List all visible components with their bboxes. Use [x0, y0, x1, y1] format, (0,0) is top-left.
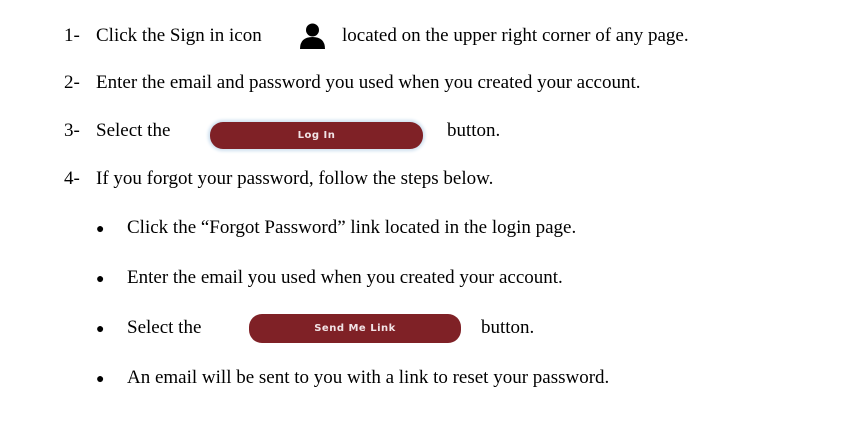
log-in-button[interactable]: Log In: [210, 122, 423, 149]
substep-text: Enter the email you used when you create…: [127, 267, 563, 288]
send-me-link-button[interactable]: Send Me Link: [249, 314, 461, 343]
step-text: Select the: [96, 120, 171, 141]
step-text: button.: [447, 120, 501, 141]
step-text: If you forgot your password, follow the …: [96, 168, 494, 189]
step-number: 1-: [64, 25, 80, 46]
substep-text: An email will be sent to you with a link…: [127, 367, 610, 388]
step-number: 4-: [64, 168, 80, 189]
step-text: located on the upper right corner of any…: [342, 25, 689, 46]
bullet: ●: [96, 372, 105, 387]
step-number: 2-: [64, 72, 80, 93]
bullet: ●: [96, 322, 105, 337]
step-text: Enter the email and password you used wh…: [96, 72, 641, 93]
bullet: ●: [96, 272, 105, 287]
step-text: Click the Sign in icon: [96, 25, 262, 46]
substep-text: button.: [481, 317, 535, 338]
user-icon: [300, 23, 325, 49]
substep-text: Select the: [127, 317, 202, 338]
step-number: 3-: [64, 120, 80, 141]
bullet: ●: [96, 222, 105, 237]
substep-text: Click the “Forgot Password” link located…: [127, 217, 577, 238]
